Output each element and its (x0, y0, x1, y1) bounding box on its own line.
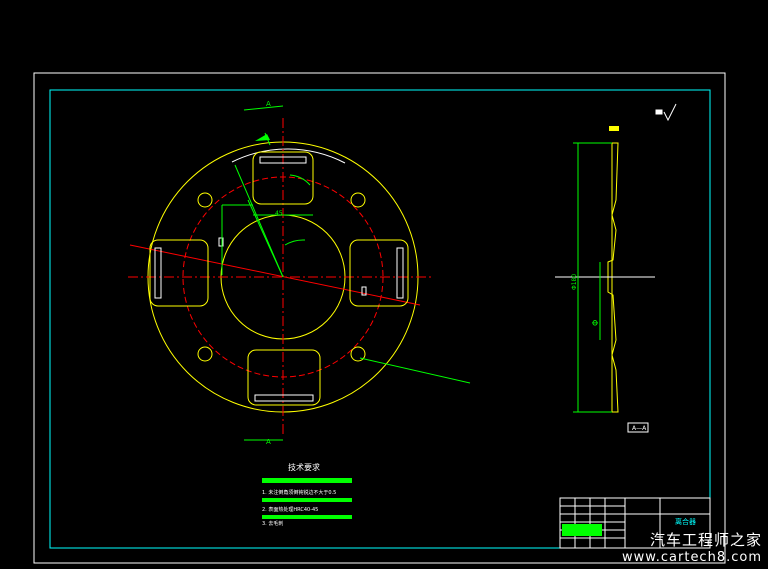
cad-drawing: 45 A A Φ180 Φ A—A 技术要求 1. 未注倒角须倒钝锐边不大于0.… (33, 72, 726, 564)
note-item: 1. 未注倒角须倒钝锐边不大于0.5 (262, 489, 336, 496)
watermark-line2: www.cartech8.com (622, 550, 762, 565)
title-block-fill (562, 524, 602, 536)
right-view-label: A—A (632, 425, 647, 432)
arrow-mark (255, 134, 270, 141)
slot-left (149, 239, 209, 307)
notes-bar (262, 498, 352, 502)
dimensions-front (221, 105, 471, 441)
notes-bar (262, 515, 352, 519)
roughness-symbol (655, 103, 677, 122)
front-view: 45 A A (128, 100, 471, 446)
dimension-right-diameter: Φ180 (571, 274, 578, 290)
slot-bottom (247, 349, 321, 406)
dimension-slot-width: 45 (275, 210, 283, 217)
drawing-frame (49, 89, 711, 549)
centerline-diagonal (129, 244, 421, 306)
roughness-mark (609, 126, 619, 131)
watermark-line1: 汽车工程师之家 (649, 531, 762, 549)
note-item: 2. 表面热处理HRC40-45 (262, 506, 318, 513)
note-item: 3. 去毛刺 (262, 520, 283, 527)
section-marker-top: A (266, 100, 271, 108)
watermark: 汽车工程师之家 www.cartech8.com (622, 529, 762, 565)
notes-bar (262, 478, 352, 483)
bolt-hole (350, 192, 366, 208)
part-name: 离合器 (675, 517, 696, 526)
dimension-right-mid: Φ (591, 320, 600, 326)
notes-title: 技术要求 (288, 462, 320, 472)
technical-notes: 技术要求 1. 未注倒角须倒钝锐边不大于0.5 2. 表面热处理HRC40-45… (262, 462, 352, 527)
side-view: Φ180 Φ A—A (555, 126, 655, 433)
top-arc (231, 148, 346, 164)
sheet-border (33, 72, 726, 564)
bolt-hole (197, 192, 213, 208)
bolt-hole (197, 346, 213, 362)
section-marker-bottom: A (266, 438, 271, 446)
